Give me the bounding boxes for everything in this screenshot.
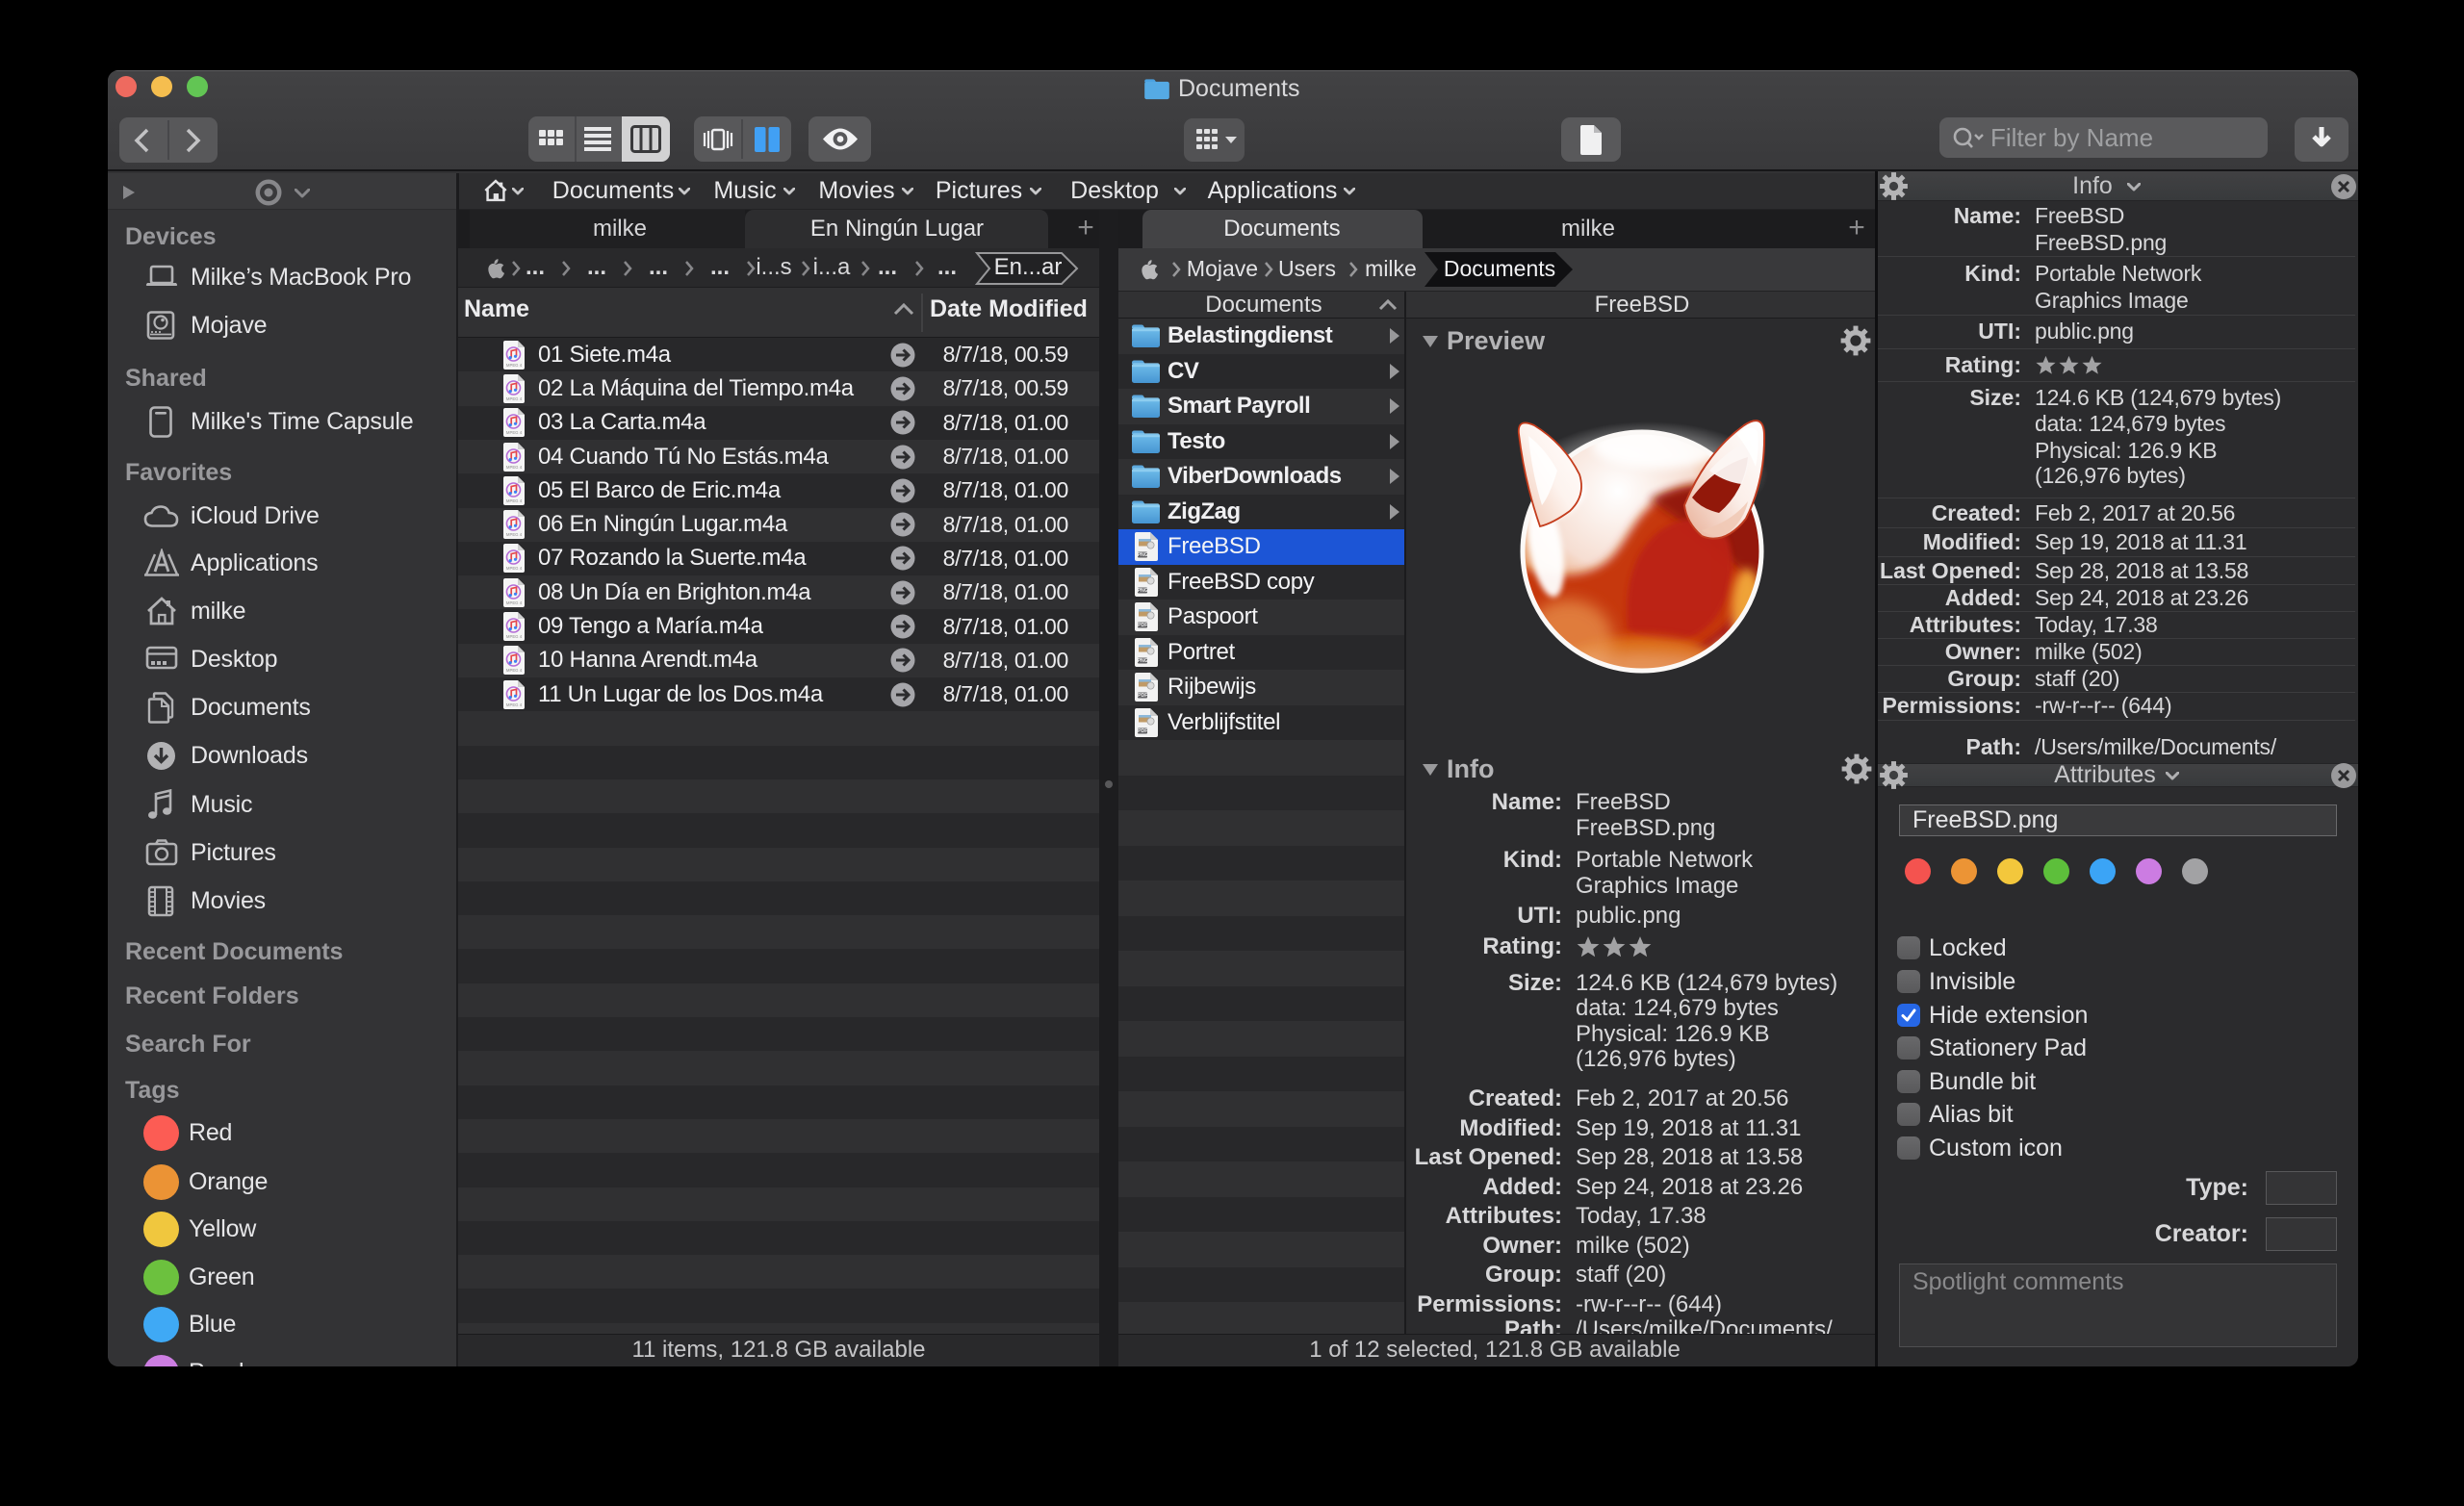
svg-text:MPEG 4: MPEG 4	[506, 669, 523, 674]
svg-text:PNG: PNG	[1138, 588, 1148, 594]
svg-text:MPEG 4: MPEG 4	[506, 532, 523, 537]
svg-text:MPEG 4: MPEG 4	[506, 600, 523, 605]
svg-text:PDF: PDF	[1138, 693, 1147, 699]
svg-text:MPEG 4: MPEG 4	[506, 430, 523, 435]
svg-text:PNG: PNG	[1138, 658, 1148, 664]
svg-text:MPEG 4: MPEG 4	[506, 498, 523, 503]
svg-text:PDF: PDF	[1138, 623, 1147, 628]
svg-text:MPEG 4: MPEG 4	[506, 465, 523, 470]
svg-text:MPEG 4: MPEG 4	[506, 396, 523, 401]
svg-text:PDF: PDF	[1138, 728, 1147, 734]
svg-text:MPEG 4: MPEG 4	[506, 567, 523, 572]
svg-text:MPEG 4: MPEG 4	[506, 702, 523, 707]
svg-text:MPEG 4: MPEG 4	[506, 363, 523, 368]
svg-text:MPEG 4: MPEG 4	[506, 634, 523, 639]
svg-text:PNG: PNG	[1138, 552, 1148, 558]
